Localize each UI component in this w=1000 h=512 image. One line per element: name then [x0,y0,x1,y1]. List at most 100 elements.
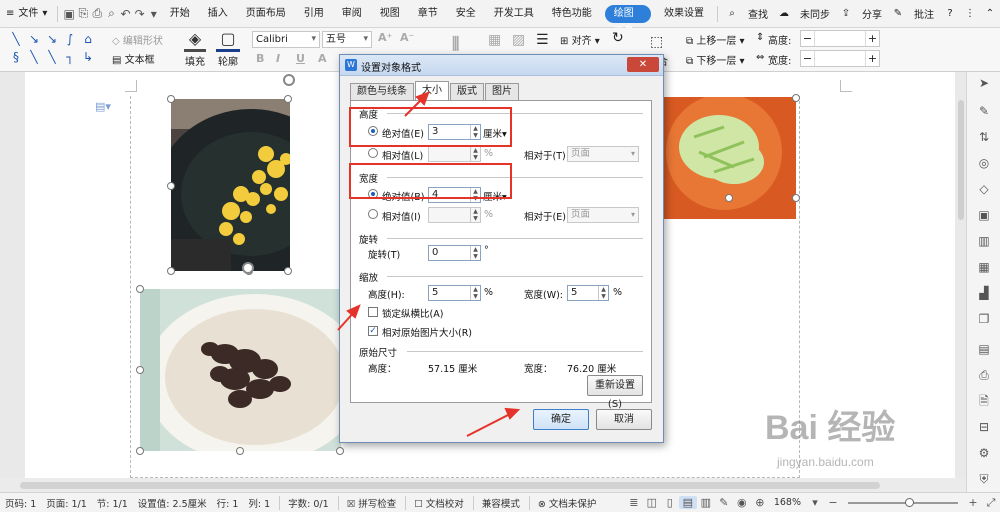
width-absolute-input[interactable]: 4 ▲ ▼ [428,187,481,203]
resize-handle[interactable] [792,94,800,102]
shrink-font-icon[interactable]: A⁻ [400,31,414,44]
increase-icon[interactable]: + [865,51,879,66]
search-icon[interactable]: ⌕ [722,8,742,19]
line-shape-icon[interactable]: ╲ [44,48,60,66]
reading-view-icon[interactable]: ▯ [661,496,679,509]
wrap-text-icon[interactable]: ▦ [488,32,501,48]
tab-layout[interactable]: 版式 [450,83,484,100]
decrease-icon[interactable]: − [801,31,815,46]
reset-button[interactable]: 重新设置(S) [587,375,643,410]
zoom-out-icon[interactable]: − [824,496,842,509]
width-relative-radio[interactable] [368,209,378,219]
resize-handle[interactable] [167,267,175,275]
fill-button[interactable]: ◈ 填充 [180,30,210,68]
width-input[interactable] [815,51,865,66]
bring-forward-button[interactable]: ⧉ 上移一层 ▾ [686,32,745,47]
fit-window-icon[interactable]: ⤢ [982,496,1000,510]
tab-chapter[interactable]: 章节 [409,0,447,28]
spin-arrows-icon[interactable]: ▲ ▼ [598,286,608,300]
underline-icon[interactable]: U [296,52,305,65]
scribble-shape-icon[interactable]: § [8,48,24,66]
align-button[interactable]: ⊞ 对齐 ▾ [560,32,600,47]
resize-handle[interactable] [725,194,733,202]
file-icon[interactable]: 🗎 [975,392,993,410]
spin-arrows-icon[interactable]: ▲ ▼ [470,246,480,260]
shape-gallery[interactable]: ╲ ↘ ↘ ∫ ⌂ § ╲ ╲ ┐ ↳ [8,30,100,68]
pen-icon[interactable]: ✎ [975,102,993,120]
arrow-shape-icon[interactable]: ↘ [26,30,42,48]
status-words[interactable]: 字数: 0/1 [279,495,334,510]
resize-handle[interactable] [792,194,800,202]
tab-color-lines[interactable]: 颜色与线条 [350,83,414,100]
cancel-button[interactable]: 取消 [596,409,652,430]
outline-view-icon[interactable]: ◫ [643,496,661,509]
height-relative-input[interactable]: ▲ ▼ [428,146,481,162]
send-backward-button[interactable]: ⧉ 下移一层 ▾ [686,52,745,67]
increase-icon[interactable]: + [865,31,879,46]
outline-button[interactable]: ▢ 轮廓 [212,30,244,68]
width-relative-input[interactable]: ▲ ▼ [428,207,481,223]
height-unit[interactable]: 厘米▾ [483,126,507,140]
arrow-shape-icon[interactable]: ↘ [44,30,60,48]
resize-handle[interactable] [167,182,175,190]
font-name-select[interactable]: Calibri [252,31,320,48]
rotation-input[interactable]: 0 ▲ ▼ [428,245,481,261]
shapes-icon[interactable]: ◇ [975,180,993,198]
tab-developer[interactable]: 开发工具 [485,0,543,28]
font-size-select[interactable]: 五号 [322,31,372,48]
file-menu[interactable]: ≡ 文件 ▾ [0,0,53,28]
close-button[interactable]: ✕ [627,57,659,72]
scale-width-input[interactable]: 5 ▲ ▼ [567,285,609,301]
elbow-shape-icon[interactable]: ┐ [62,48,78,66]
width-relative-to-select[interactable]: 页面 [567,207,639,223]
height-relative-radio[interactable] [368,148,378,158]
photo-scrambled-eggs[interactable] [171,99,290,271]
spin-arrows-icon[interactable]: ▲ ▼ [470,286,480,300]
elbow-arrow-shape-icon[interactable]: ↳ [80,48,96,66]
select-pane-icon[interactable]: ⬚ [650,34,663,50]
document-icon[interactable]: ▤ [975,340,993,358]
format-painter-icon[interactable]: ⎘ [76,6,90,21]
tab-page-layout[interactable]: 页面布局 [237,0,295,28]
spin-arrows-icon[interactable]: ▲ ▼ [470,188,480,202]
tab-view[interactable]: 视图 [371,0,409,28]
location-icon[interactable]: ◎ [975,154,993,172]
horizontal-scroll-thumb[interactable] [20,482,880,489]
sync-status[interactable]: 未同步 [794,6,836,21]
collapse-ribbon-icon[interactable]: ⌃ [980,8,1000,19]
line-shape-icon[interactable]: ╲ [26,48,42,66]
grid-icon[interactable]: ▦ [975,258,993,276]
annotate-button[interactable]: 批注 [908,6,940,21]
resize-handle[interactable] [167,95,175,103]
resize-handle[interactable] [136,366,144,374]
more-icon[interactable]: ⋮ [960,8,980,19]
rotate-handle-icon[interactable] [283,74,295,86]
width-absolute-radio[interactable] [368,189,378,199]
eye-protect-icon[interactable]: ◉ [733,496,751,509]
height-relative-to-select[interactable]: 页面 [567,146,639,162]
curve-shape-icon[interactable]: ∫ [62,30,78,48]
print-icon[interactable]: ⎙ [975,366,993,384]
resize-handle[interactable] [236,447,244,455]
spin-arrows-icon[interactable]: ▲ ▼ [470,208,480,222]
print-icon[interactable]: ⎙ [90,6,104,21]
tab-start[interactable]: 开始 [161,0,199,28]
bold-icon[interactable]: B [256,52,264,65]
print-preview-icon[interactable]: ⌕ [104,6,118,21]
ok-button[interactable]: 确定 [533,409,589,430]
rotate-handle-icon[interactable] [242,262,254,274]
globe-icon[interactable]: ⊕ [751,496,769,509]
undo-icon[interactable]: ↶ [119,7,133,21]
rotate-icon[interactable]: ↻ [612,30,624,46]
zoom-level[interactable]: 168% [769,497,806,508]
help-icon[interactable]: ? [940,8,960,19]
width-stepper[interactable]: − + [800,50,880,67]
tab-review[interactable]: 审阅 [333,0,371,28]
page-view-icon[interactable]: ▤ [678,496,697,509]
lock-aspect-checkbox[interactable] [368,307,378,317]
resize-handle[interactable] [284,95,292,103]
vertical-scrollbar[interactable] [958,100,964,220]
resize-handle[interactable] [284,267,292,275]
layout-icon[interactable]: ▥ [975,232,993,250]
text-direction-icon[interactable]: ⫼ [452,34,459,54]
